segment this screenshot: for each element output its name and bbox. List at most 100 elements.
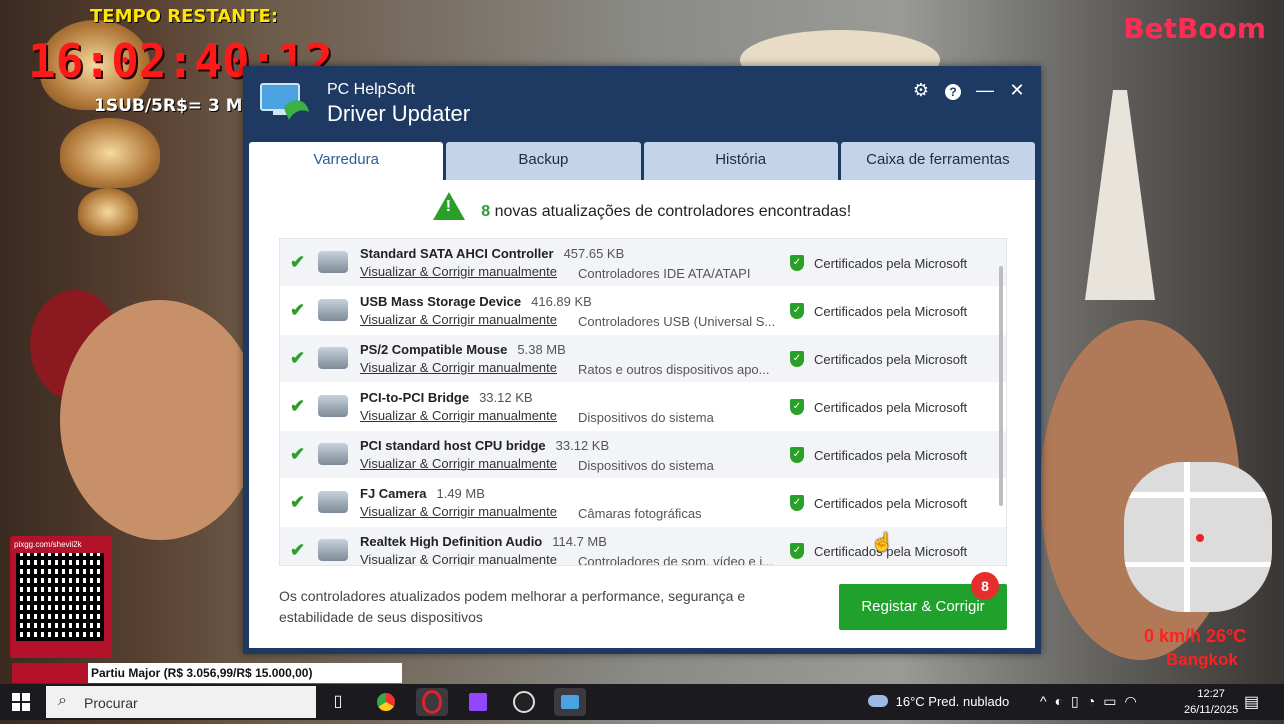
tray-chevron-icon[interactable]: ^ [1040, 693, 1055, 709]
minimap-position-marker [1196, 534, 1204, 542]
webcam-icon [318, 491, 348, 513]
brand-logo: BetBoom [1123, 12, 1266, 45]
driver-size: 1.49 MB [436, 486, 485, 501]
weather-cloud-icon [868, 695, 888, 707]
minimap-road [1184, 462, 1190, 612]
tab-bar: Varredura Backup História Caixa de ferra… [249, 142, 1035, 180]
close-icon[interactable]: ✕ [1005, 78, 1029, 102]
view-fix-manually-link[interactable]: Visualizar & Corrigir manualmente [360, 408, 557, 423]
driver-size: 33.12 KB [479, 390, 533, 405]
opera-icon[interactable] [416, 688, 448, 716]
settings-gear-icon[interactable]: ⚙ [909, 78, 933, 102]
view-fix-manually-link[interactable]: Visualizar & Corrigir manualmente [360, 504, 557, 519]
shield-check-icon: ✓ [790, 303, 804, 319]
driver-category: Dispositivos do sistema [578, 458, 714, 473]
qr-code [16, 553, 104, 641]
driver-name-text: PCI-to-PCI Bridge [360, 390, 470, 405]
driver-name-text: PCI standard host CPU bridge [360, 438, 546, 453]
shield-check-icon: ✓ [790, 543, 804, 559]
minimap-road [1124, 492, 1272, 498]
weather-widget[interactable]: 16°C Pred. nublado [868, 694, 1009, 709]
tab-historia[interactable]: História [643, 142, 838, 180]
background-lamp [60, 118, 160, 188]
brand-logo-part-1: Bet [1123, 12, 1177, 45]
minimize-icon[interactable]: — [973, 78, 997, 102]
driver-updater-window: PC HelpSoft Driver Updater ⚙ ? — ✕ 8 nov… [243, 66, 1041, 654]
warning-icon [432, 192, 465, 220]
driver-name-text: PS/2 Compatible Mouse [360, 342, 508, 357]
taskbar-clock[interactable]: 12:27 26/11/2025 [1184, 686, 1238, 718]
driver-updater-taskbar-icon[interactable] [554, 688, 586, 716]
certified-label: Certificados pela Microsoft [814, 304, 968, 319]
driver-category: Dispositivos do sistema [578, 410, 714, 425]
driver-category: Ratos e outros dispositivos apo... [578, 362, 770, 377]
clock-date: 26/11/2025 [1184, 704, 1239, 716]
shield-check-icon: ✓ [790, 447, 804, 463]
certified-label: Certificados pela Microsoft [814, 352, 968, 367]
wifi-icon[interactable]: ◠ [1124, 693, 1144, 709]
driver-row[interactable]: ✔ Realtek High Definition Audio 114.7 MB Vi… [280, 527, 1006, 566]
app-logo-icon [260, 83, 309, 120]
tab-varredura[interactable]: Varredura [249, 142, 444, 180]
driver-category: Controladores IDE ATA/ATAPI [578, 266, 751, 281]
driver-name: PCI standard host CPU bridge 33.12 KB [360, 438, 609, 453]
taskbar-search-box[interactable]: ⌕ Procurar [46, 686, 316, 718]
volume-icon[interactable]: ◐ [1055, 693, 1071, 709]
driver-row[interactable]: ✔ USB Mass Storage Device 416.89 KB Visuali… [280, 287, 1006, 335]
view-fix-manually-link[interactable]: Visualizar & Corrigir manualmente [360, 312, 557, 327]
driver-name: FJ Camera 1.49 MB [360, 486, 485, 501]
donation-bar-accent [12, 663, 88, 683]
checkbox-checked-icon[interactable]: ✔ [290, 253, 308, 271]
minimap [1124, 462, 1272, 612]
qr-url: pixgg.com/shevii2k [14, 540, 82, 549]
network-icon[interactable]: ◔ [1087, 693, 1103, 709]
driver-name-text: Realtek High Definition Audio [360, 534, 543, 549]
driver-list[interactable]: ✔ Standard SATA AHCI Controller 457.65 KB V… [279, 238, 1007, 566]
windows-start-icon[interactable] [12, 693, 30, 711]
checkbox-checked-icon[interactable]: ✔ [290, 445, 308, 463]
certified-label: Certificados pela Microsoft [814, 256, 968, 271]
view-fix-manually-link[interactable]: Visualizar & Corrigir manualmente [360, 360, 557, 375]
driver-row[interactable]: ✔ PCI-to-PCI Bridge 33.12 KB Visualizar & C… [280, 383, 1006, 431]
scrollbar-thumb[interactable] [999, 266, 1003, 506]
search-placeholder: Procurar [84, 695, 138, 711]
driver-row[interactable]: ✔ FJ Camera 1.49 MB Visualizar & Corrigir m… [280, 479, 1006, 527]
computer-icon [318, 443, 348, 465]
view-fix-manually-link[interactable]: Visualizar & Corrigir manualmente [360, 264, 557, 279]
mouse-icon [318, 347, 348, 369]
tab-backup[interactable]: Backup [446, 142, 641, 180]
mic-icon[interactable]: ▯ [1071, 693, 1087, 709]
battery-icon[interactable]: ▭ [1103, 693, 1124, 709]
checkbox-checked-icon[interactable]: ✔ [290, 541, 308, 559]
driver-size: 416.89 KB [531, 294, 592, 309]
notifications-icon[interactable]: ▤ [1244, 692, 1259, 712]
driver-size: 33.12 KB [555, 438, 610, 453]
window-titlebar[interactable]: PC HelpSoft Driver Updater ⚙ ? — ✕ [243, 66, 1041, 132]
help-icon[interactable]: ? [941, 78, 965, 102]
chrome-icon[interactable] [370, 688, 402, 716]
tab-toolbox[interactable]: Caixa de ferramentas [840, 142, 1035, 180]
driver-row[interactable]: ✔ Standard SATA AHCI Controller 457.65 KB V… [280, 239, 1006, 287]
driver-size: 114.7 MB [552, 534, 607, 549]
fix-count-badge: 8 [971, 572, 999, 600]
driver-name: PS/2 Compatible Mouse 5.38 MB [360, 342, 566, 357]
brand-logo-part-2: Boom [1177, 12, 1266, 45]
driver-row[interactable]: ✔ PS/2 Compatible Mouse 5.38 MB Visualizar … [280, 335, 1006, 383]
view-fix-manually-link[interactable]: Visualizar & Corrigir manualmente [360, 552, 557, 565]
clock-time: 12:27 [1197, 688, 1225, 700]
driver-row[interactable]: ✔ PCI standard host CPU bridge 33.12 KB Vis… [280, 431, 1006, 479]
task-view-icon[interactable]: ▯ [322, 688, 354, 716]
obs-icon[interactable] [508, 688, 540, 716]
system-tray[interactable]: ^◐▯◔▭◠ [1040, 693, 1145, 710]
sub-rate-text: 1SUB/5R$= 3 M [94, 96, 243, 116]
background-umbrella [1085, 90, 1155, 300]
driver-list-scrollbar[interactable] [997, 238, 1005, 564]
driver-category: Controladores de som, vídeo e j... [578, 554, 774, 566]
checkbox-checked-icon[interactable]: ✔ [290, 397, 308, 415]
view-fix-manually-link[interactable]: Visualizar & Corrigir manualmente [360, 456, 557, 471]
twitch-icon[interactable] [462, 688, 494, 716]
certified-label: Certificados pela Microsoft [814, 496, 968, 511]
checkbox-checked-icon[interactable]: ✔ [290, 349, 308, 367]
checkbox-checked-icon[interactable]: ✔ [290, 493, 308, 511]
checkbox-checked-icon[interactable]: ✔ [290, 301, 308, 319]
